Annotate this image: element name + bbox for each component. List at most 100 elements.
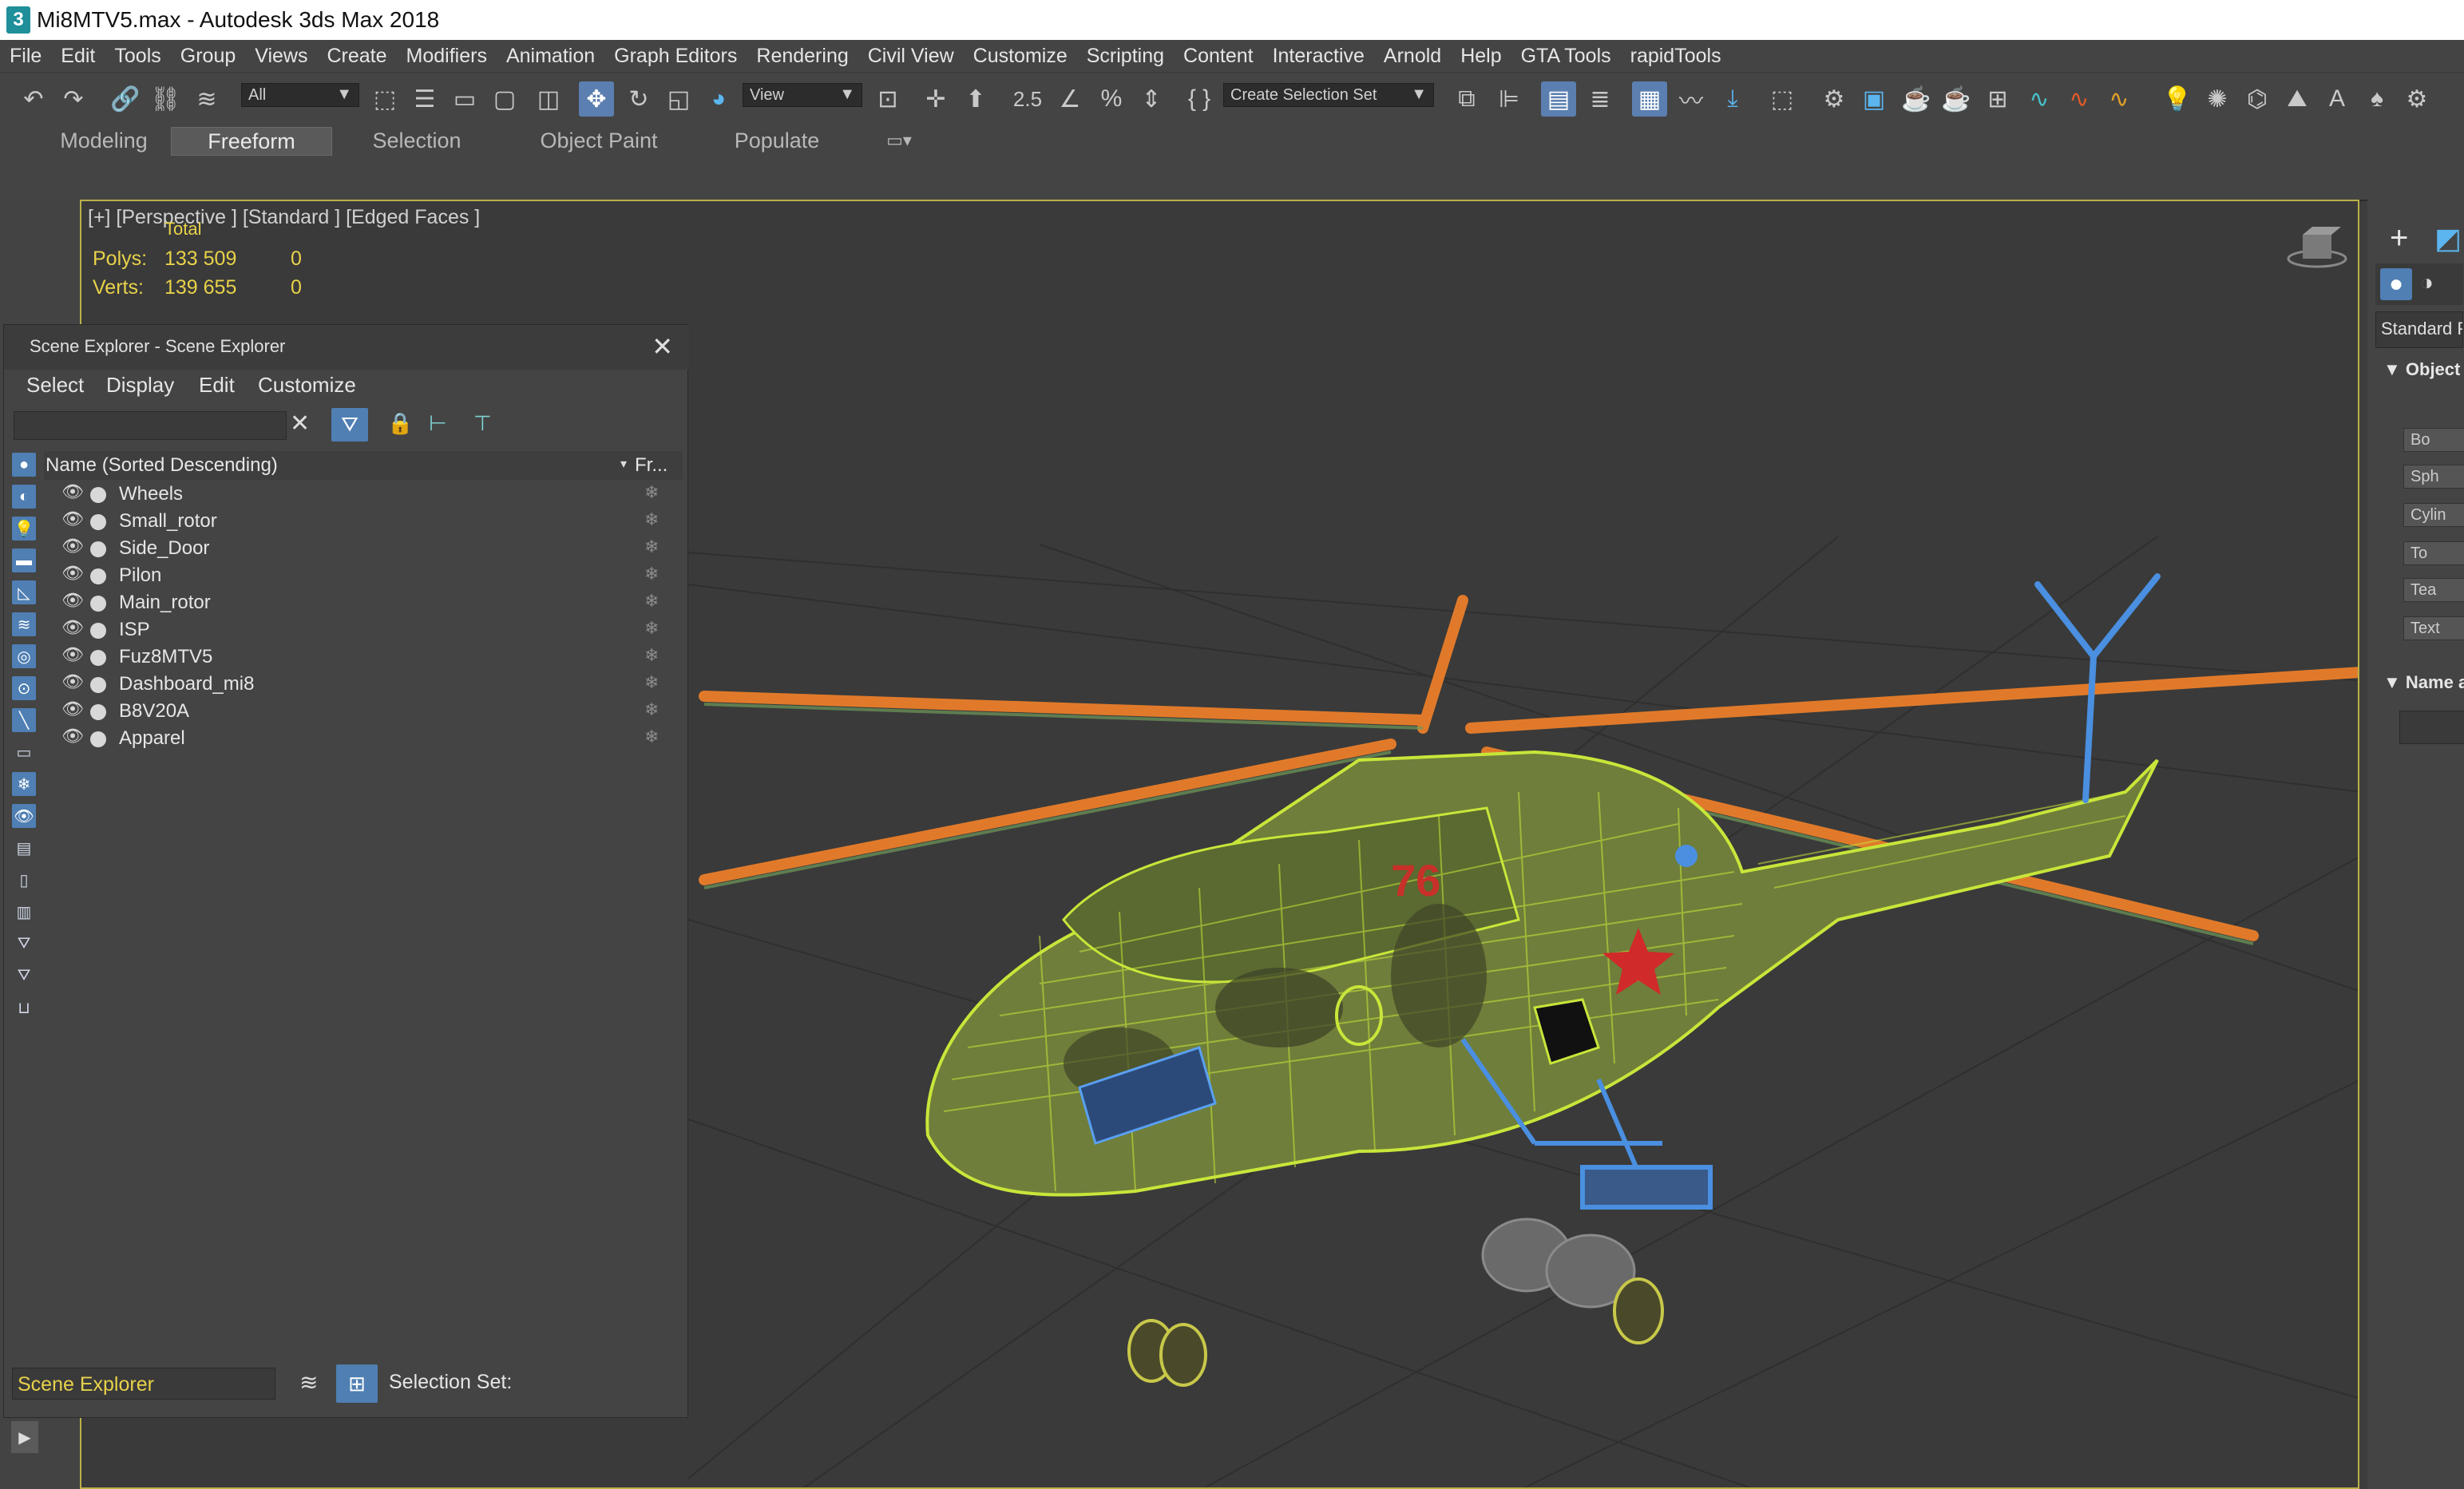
eye-icon[interactable]: 👁 (61, 726, 84, 746)
selection-filter-dropdown[interactable]: All ▼ (241, 83, 359, 107)
filter-toggle-icon[interactable]: ⛛ (12, 964, 36, 988)
layers-icon[interactable]: ≋ (299, 1369, 318, 1396)
schematic-view-icon[interactable]: ⤓ (1715, 81, 1750, 117)
menu-civil-view[interactable]: Civil View (858, 45, 964, 68)
menu-gta-tools[interactable]: GTA Tools (1511, 45, 1621, 68)
snowflake-icon[interactable]: ❄ (644, 482, 659, 503)
eye-icon[interactable]: 👁 (61, 671, 84, 692)
object-type-rollout[interactable]: ▼ Object (2383, 359, 2460, 380)
menu-rendering[interactable]: Rendering (747, 45, 858, 68)
light-icon[interactable]: 💡 (2160, 81, 2195, 117)
render-production-icon[interactable]: ☕ (1899, 81, 1934, 117)
spinner-snap-icon[interactable]: ⇕ (1134, 81, 1169, 117)
rect-selection-icon[interactable]: ▭ (447, 81, 482, 117)
tab-populate[interactable]: Populate (695, 127, 859, 154)
textplus-button[interactable]: Text (2403, 616, 2464, 640)
link-icon[interactable]: 🔗 (108, 81, 143, 117)
snaps-toggle-icon[interactable]: 2.5 (1010, 81, 1045, 117)
eye-icon[interactable]: 👁 (61, 563, 84, 584)
create-tab-icon[interactable]: + (2390, 220, 2408, 256)
list-item[interactable]: 👁 Wheels ❄ (44, 481, 683, 509)
select-and-move-icon-alt[interactable]: ◫ (531, 81, 566, 117)
keyboard-shortcut-override-icon[interactable]: ⬆ (958, 81, 993, 117)
toggle-ribbon-icon[interactable]: ▦ (1632, 81, 1667, 117)
menu-modifiers[interactable]: Modifiers (397, 45, 497, 68)
select-by-name-icon[interactable]: ☰ (407, 81, 442, 117)
column-frozen-header[interactable]: Fr... (635, 454, 667, 477)
box-button[interactable]: Bo (2403, 428, 2464, 452)
reference-coordinate-dropdown[interactable]: View ▼ (743, 83, 862, 107)
display-helpers-icon[interactable]: ◺ (12, 580, 36, 604)
named-selection-set-dropdown[interactable]: Create Selection Set ▼ (1223, 83, 1434, 107)
hierarchy-mode-icon[interactable]: ⊞ (336, 1364, 378, 1403)
filter-icon[interactable]: ⛛ (331, 408, 368, 442)
toggle-scene-explorer-icon[interactable]: ▤ (1541, 81, 1576, 117)
undo-icon[interactable]: ↶ (16, 81, 51, 117)
select-manipulate-icon[interactable]: ✛ (918, 81, 953, 117)
menu-content[interactable]: Content (1174, 45, 1263, 68)
pivot-center-icon[interactable]: ⊡ (870, 81, 905, 117)
list-item[interactable]: 👁 Pilon ❄ (44, 563, 683, 590)
display-none-icon[interactable]: ▯ (12, 868, 36, 892)
terrain-icon[interactable]: ⛰ (2280, 81, 2315, 117)
hierarchy-expand-icon[interactable]: ⊤ (473, 411, 492, 436)
bind-space-warp-icon[interactable]: ≋ (189, 81, 224, 117)
edit-named-selection-icon[interactable]: { } (1182, 81, 1217, 117)
tab-freeform[interactable]: Freeform (171, 127, 332, 156)
tab-selection[interactable]: Selection (335, 127, 498, 154)
display-shapes-icon[interactable]: ◐ (12, 485, 36, 509)
menu-tools[interactable]: Tools (105, 45, 170, 68)
arnold-icon-1[interactable]: ∿ (2022, 81, 2057, 117)
select-and-place-icon[interactable]: ◕ (701, 81, 736, 117)
tab-object-paint[interactable]: Object Paint (511, 127, 687, 154)
list-item[interactable]: 👁 Side_Door ❄ (44, 536, 683, 563)
eye-icon[interactable]: 👁 (61, 617, 84, 638)
display-spacewarps-icon[interactable]: ≋ (12, 612, 36, 636)
explorer-name-field[interactable]: Scene Explorer (12, 1368, 275, 1400)
curve-editor-icon[interactable]: 〰 (1674, 81, 1709, 117)
rendered-frame-window-icon[interactable]: ▣ (1856, 81, 1892, 117)
display-geometry-icon[interactable]: ● (12, 453, 36, 477)
render-in-cloud-icon[interactable]: ☕ (1939, 81, 1974, 117)
toggle-layer-explorer-icon[interactable]: ≣ (1583, 81, 1618, 117)
eye-icon[interactable]: 👁 (61, 481, 84, 502)
mirror-icon[interactable]: ⧉ (1449, 81, 1484, 117)
display-hidden-icon[interactable]: 👁 (12, 804, 36, 828)
arnold-icon-3[interactable]: ∿ (2102, 81, 2137, 117)
angle-snap-icon[interactable]: ∠ (1052, 81, 1087, 117)
hierarchy-icon[interactable]: ⊢ (429, 411, 447, 436)
modify-tab-icon[interactable]: ◩ (2434, 222, 2462, 255)
snowflake-icon[interactable]: ❄ (644, 537, 659, 557)
lock-icon[interactable]: 🔒 (387, 411, 413, 436)
render-iterative-icon[interactable]: ⊞ (1980, 81, 2015, 117)
list-item[interactable]: 👁 Main_rotor ❄ (44, 590, 683, 617)
snowflake-icon[interactable]: ❄ (644, 509, 659, 530)
teapot-button[interactable]: Tea (2403, 578, 2464, 602)
percent-snap-icon[interactable]: % (1094, 81, 1129, 117)
tree-icon[interactable]: ♠ (2359, 81, 2395, 117)
menu-create[interactable]: Create (318, 45, 397, 68)
display-invert-icon[interactable]: ▥ (12, 900, 36, 924)
viewport-label[interactable]: [+] [Perspective ] [Standard ] [Edged Fa… (88, 206, 480, 229)
filter-settings-icon[interactable]: ⛛ (12, 932, 36, 956)
camera-icon[interactable]: ⌬ (2240, 81, 2275, 117)
cylinder-button[interactable]: Cylin (2403, 503, 2464, 527)
list-item[interactable]: 👁 Apparel ❄ (44, 726, 683, 753)
play-icon[interactable]: ▶ (11, 1421, 38, 1453)
primitive-type-dropdown[interactable]: Standard P (2375, 311, 2463, 348)
eye-icon[interactable]: 👁 (61, 536, 84, 556)
render-setup-icon[interactable]: ⚙ (1816, 81, 1852, 117)
menu-edit[interactable]: Edit (51, 45, 105, 68)
viewcube-icon[interactable] (2287, 227, 2347, 268)
display-lights-icon[interactable]: 💡 (12, 517, 36, 541)
gear-icon[interactable]: ⚙ (2399, 81, 2434, 117)
eye-icon[interactable]: 👁 (61, 509, 84, 529)
list-item[interactable]: 👁 Fuz8MTV5 ❄ (44, 644, 683, 671)
unlink-icon[interactable]: ⛓ (148, 81, 183, 117)
menu-views[interactable]: Views (245, 45, 317, 68)
eye-icon[interactable]: 👁 (61, 644, 84, 665)
list-item[interactable]: 👁 B8V20A ❄ (44, 699, 683, 726)
shapes-category-icon[interactable]: ◑ (2420, 270, 2434, 295)
scene-menu-edit[interactable]: Edit (199, 373, 235, 398)
text-icon[interactable]: A (2319, 81, 2355, 117)
